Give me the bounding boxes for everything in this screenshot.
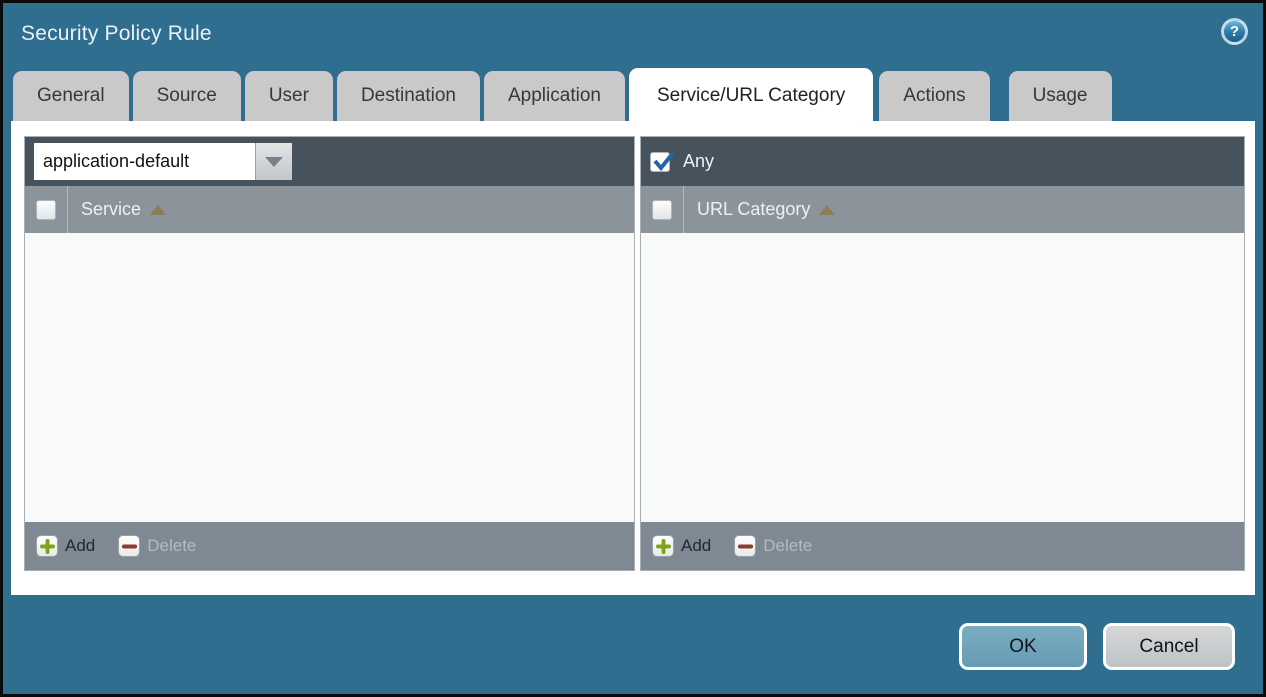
tab-content: application-default Service bbox=[11, 121, 1255, 595]
service-add-button[interactable]: Add bbox=[36, 535, 95, 557]
dialog-titlebar: Security Policy Rule ? bbox=[3, 3, 1263, 65]
help-glyph: ? bbox=[1230, 23, 1239, 40]
ok-button[interactable]: OK bbox=[959, 623, 1087, 670]
sort-ascending-icon bbox=[150, 205, 166, 215]
url-category-add-button[interactable]: Add bbox=[652, 535, 711, 557]
url-category-toolbar: Any bbox=[641, 137, 1244, 186]
service-column-header[interactable]: Service bbox=[81, 199, 166, 220]
tab-service-url-category[interactable]: Service/URL Category bbox=[629, 68, 873, 123]
service-select-all-checkbox[interactable] bbox=[36, 200, 56, 220]
tab-bar: General Source User Destination Applicat… bbox=[13, 71, 1253, 121]
dropdown-arrow-button[interactable] bbox=[255, 143, 292, 180]
tab-actions[interactable]: Actions bbox=[879, 71, 989, 121]
url-category-select-all-checkbox[interactable] bbox=[652, 200, 672, 220]
tab-general[interactable]: General bbox=[13, 71, 129, 121]
url-category-list[interactable] bbox=[641, 233, 1244, 522]
service-type-dropdown[interactable]: application-default bbox=[34, 143, 292, 180]
service-toolbar: application-default bbox=[25, 137, 634, 186]
tab-source[interactable]: Source bbox=[133, 71, 241, 121]
chevron-down-icon bbox=[265, 157, 283, 167]
dialog-footer: OK Cancel bbox=[959, 623, 1235, 670]
any-label: Any bbox=[683, 151, 714, 172]
service-panel: application-default Service bbox=[24, 136, 635, 571]
tab-user[interactable]: User bbox=[245, 71, 333, 121]
cancel-button[interactable]: Cancel bbox=[1103, 623, 1235, 670]
url-category-delete-button[interactable]: Delete bbox=[734, 535, 812, 557]
sort-ascending-icon bbox=[819, 205, 835, 215]
security-policy-rule-dialog: Security Policy Rule ? General Source Us… bbox=[0, 0, 1266, 697]
plus-icon bbox=[652, 535, 674, 557]
service-list[interactable] bbox=[25, 233, 634, 522]
minus-icon bbox=[118, 535, 140, 557]
url-category-panel: Any URL Category bbox=[640, 136, 1245, 571]
tab-usage[interactable]: Usage bbox=[1009, 71, 1112, 121]
service-delete-button[interactable]: Delete bbox=[118, 535, 196, 557]
tab-destination[interactable]: Destination bbox=[337, 71, 480, 121]
check-icon bbox=[651, 150, 676, 174]
minus-icon bbox=[734, 535, 756, 557]
url-category-select-all-cell bbox=[641, 186, 684, 233]
service-footer-toolbar: Add Delete bbox=[25, 522, 634, 570]
plus-icon bbox=[36, 535, 58, 557]
service-grid-header: Service bbox=[25, 186, 634, 233]
url-category-footer-toolbar: Add Delete bbox=[641, 522, 1244, 570]
service-type-value[interactable]: application-default bbox=[34, 143, 255, 180]
url-category-grid-header: URL Category bbox=[641, 186, 1244, 233]
dialog-title: Security Policy Rule bbox=[21, 22, 212, 46]
any-checkbox[interactable] bbox=[650, 152, 670, 172]
url-category-column-header[interactable]: URL Category bbox=[697, 199, 835, 220]
help-icon[interactable]: ? bbox=[1221, 18, 1248, 45]
tab-application[interactable]: Application bbox=[484, 71, 625, 121]
service-select-all-cell bbox=[25, 186, 68, 233]
